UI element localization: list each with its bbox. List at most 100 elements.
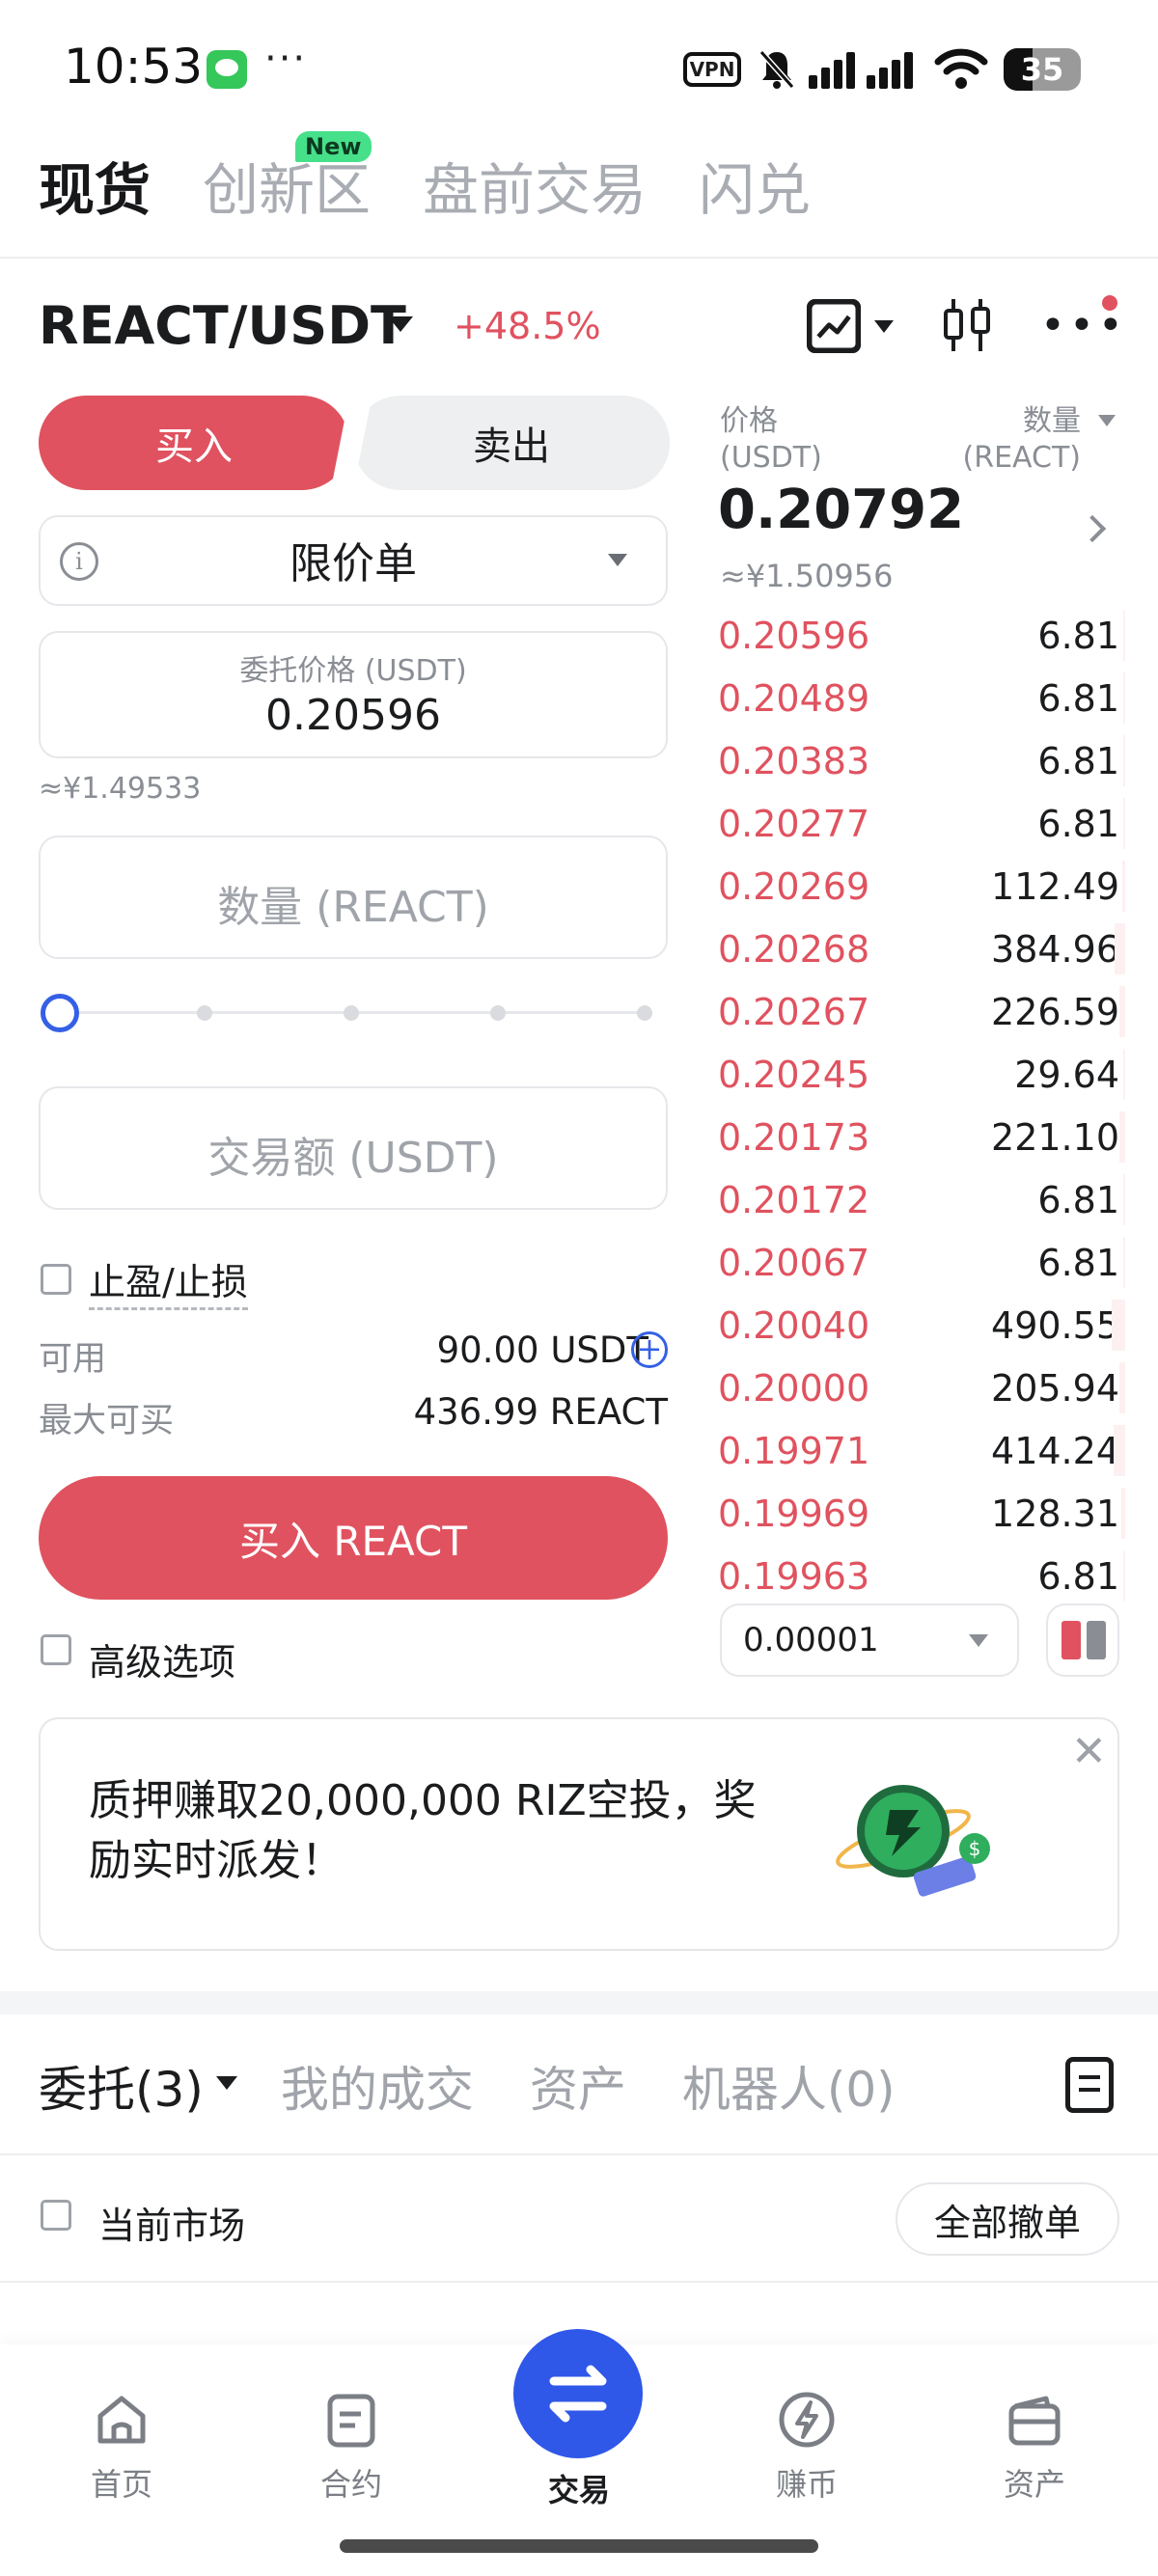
orderbook-qty-header[interactable]: 数量 (REACT)	[963, 403, 1081, 477]
nav-home-label: 首页	[90, 2466, 152, 2503]
wifi-icon	[934, 48, 988, 89]
buy-tab[interactable]: 买入	[39, 396, 349, 490]
orderbook-row[interactable]: 0.20267 226.59	[718, 980, 1125, 1043]
orderbook-row[interactable]: 0.20172 6.81	[718, 1168, 1125, 1231]
orderbook-qty: 6.81	[1037, 1241, 1119, 1284]
divider	[0, 2281, 1158, 2283]
orderbook-row[interactable]: 0.20277 6.81	[718, 792, 1125, 855]
orderbook-price: 0.19969	[718, 1492, 870, 1535]
close-icon[interactable]: ✕	[1071, 1727, 1107, 1776]
notification-dot	[1102, 295, 1117, 311]
orderbook-price: 0.20000	[718, 1366, 870, 1410]
orderbook-price: 0.20245	[718, 1053, 870, 1096]
slider-step-25[interactable]	[197, 1005, 212, 1021]
chart-icon[interactable]	[807, 299, 861, 353]
advanced-options-label[interactable]: 高级选项	[89, 1632, 235, 1685]
orderbook-price: 0.20173	[718, 1115, 870, 1159]
tab-open-orders[interactable]: 委托(3)	[39, 2051, 204, 2121]
nav-earn[interactable]: 赚币	[730, 2389, 884, 2505]
depth-bar	[1123, 798, 1125, 849]
current-market-label[interactable]: 当前市场	[98, 2196, 245, 2249]
advanced-options-checkbox[interactable]	[41, 1634, 71, 1665]
status-time: 10:53	[64, 39, 204, 95]
orderbook-row[interactable]: 0.20269 112.49	[718, 855, 1125, 918]
tab-assets[interactable]: 资产	[530, 2051, 626, 2121]
caret-down-icon[interactable]	[1098, 415, 1116, 426]
orderbook-layout-toggle[interactable]	[1046, 1603, 1119, 1677]
slider-step-50[interactable]	[344, 1005, 359, 1021]
buy-submit-button[interactable]: 买入 REACT	[39, 1476, 668, 1600]
depth-bar	[1123, 1550, 1125, 1602]
nav-home[interactable]: 首页	[44, 2389, 199, 2505]
trade-amount-placeholder: 交易额 (USDT)	[207, 1134, 499, 1183]
orderbook-row[interactable]: 0.20596 6.81	[718, 604, 1125, 667]
caret-down-icon[interactable]	[874, 320, 894, 333]
orderbook-price: 0.19963	[718, 1554, 870, 1598]
slider-step-100[interactable]	[637, 1005, 652, 1021]
orderbook-row[interactable]: 0.20268 384.96	[718, 918, 1125, 980]
depth-bar	[1118, 1111, 1125, 1163]
current-market-checkbox[interactable]	[41, 2200, 71, 2231]
tab-convert[interactable]: 闪兑	[699, 145, 811, 226]
pair-selector[interactable]: REACT/USDT	[39, 295, 406, 356]
orders-tabs: 委托(3) 我的成交 资产 机器人(0)	[39, 2051, 896, 2121]
orderbook-qty: 414.24	[991, 1429, 1119, 1472]
tpsl-checkbox[interactable]	[41, 1264, 71, 1295]
depth-bar	[1123, 1049, 1125, 1100]
orderbook-qty: 490.55	[991, 1303, 1119, 1347]
nav-assets[interactable]: 资产	[957, 2389, 1112, 2505]
divider	[0, 257, 1158, 259]
caret-down-icon[interactable]	[388, 316, 413, 332]
depth-bar	[1119, 1362, 1125, 1413]
wechat-notification-icon	[207, 50, 247, 89]
tpsl-label[interactable]: 止盈/止损	[89, 1252, 248, 1310]
slider-step-75[interactable]	[490, 1005, 506, 1021]
amount-slider-thumb[interactable]	[41, 994, 79, 1032]
nav-contract[interactable]: 合约	[274, 2389, 428, 2505]
tab-bots[interactable]: 机器人(0)	[682, 2051, 896, 2121]
price-input-value[interactable]: 0.20596	[39, 691, 668, 740]
nav-contract-label: 合约	[319, 2466, 382, 2503]
earn-icon	[779, 2392, 835, 2448]
orderbook-qty: 6.81	[1037, 802, 1119, 845]
cancel-all-button[interactable]: 全部撤单	[896, 2182, 1119, 2256]
orderbook-price: 0.20267	[718, 990, 870, 1033]
orderbook-row[interactable]: 0.20067 6.81	[718, 1231, 1125, 1294]
orderbook-row[interactable]: 0.19969 128.31	[718, 1482, 1125, 1545]
svg-text:$: $	[969, 1837, 981, 1860]
orderbook-price: 0.20596	[718, 614, 870, 657]
price-input-label: 委托价格 (USDT)	[239, 654, 467, 688]
layout-bids-icon	[1087, 1621, 1106, 1659]
orderbook-row[interactable]: 0.20000 205.94	[718, 1357, 1125, 1419]
last-price-cny: ≈¥1.50956	[720, 558, 894, 594]
depth-bar	[1123, 610, 1125, 661]
nav-trade-label[interactable]: 交易	[502, 2466, 656, 2510]
order-history-icon[interactable]	[1065, 2057, 1114, 2113]
layout-asks-icon	[1062, 1621, 1081, 1659]
orderbook-price: 0.20268	[718, 927, 870, 971]
wallet-icon	[1008, 2396, 1061, 2446]
more-options-icon[interactable]: •••	[1040, 305, 1127, 347]
orderbook-qty: 128.31	[991, 1492, 1119, 1535]
orderbook-row[interactable]: 0.19963 6.81	[718, 1545, 1125, 1607]
sell-tab[interactable]: 卖出	[353, 396, 670, 490]
caret-down-icon[interactable]	[216, 2076, 237, 2090]
orderbook-row[interactable]: 0.20489 6.81	[718, 667, 1125, 729]
quantity-placeholder: 数量 (REACT)	[217, 883, 489, 932]
chevron-right-icon[interactable]	[1078, 514, 1107, 543]
orderbook-row[interactable]: 0.19971 414.24	[718, 1419, 1125, 1482]
orderbook-row[interactable]: 0.20383 6.81	[718, 729, 1125, 792]
nav-trade[interactable]	[513, 2329, 643, 2458]
battery-icon: 35	[1004, 48, 1081, 91]
tab-my-trades[interactable]: 我的成交	[281, 2051, 474, 2121]
tab-spot[interactable]: 现货	[39, 145, 151, 226]
orderbook-row[interactable]: 0.20173 221.10	[718, 1106, 1125, 1168]
deposit-plus-icon[interactable]: +	[631, 1331, 668, 1368]
home-indicator[interactable]	[340, 2539, 818, 2553]
orderbook-row[interactable]: 0.20040 490.55	[718, 1294, 1125, 1357]
tab-premarket[interactable]: 盘前交易	[423, 145, 647, 226]
candlestick-icon[interactable]	[940, 295, 994, 355]
orderbook-row[interactable]: 0.20245 29.64	[718, 1043, 1125, 1106]
orderbook-qty: 226.59	[991, 990, 1119, 1033]
orderbook-price: 0.20067	[718, 1241, 870, 1284]
